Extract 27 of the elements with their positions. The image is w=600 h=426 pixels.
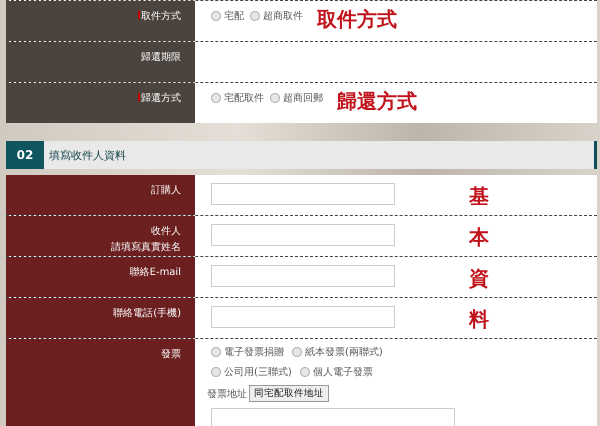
option-label: 電子發票捐贈: [224, 346, 284, 359]
annotation-text: 基: [468, 183, 490, 210]
field-label: 歸還方式: [141, 92, 181, 105]
option-label: 超商取件: [263, 10, 303, 23]
field-label: 收件人: [151, 225, 181, 238]
field-label: 聯絡E-mail: [130, 266, 181, 279]
section-number: 02: [6, 141, 44, 169]
annotation-text: 本: [468, 224, 490, 251]
option-label: 紙本發票(兩聯式): [305, 346, 383, 359]
section-title: 填寫收件人資料: [49, 148, 126, 162]
field-label: 發票: [161, 348, 181, 361]
option-label: 宅配: [224, 10, 244, 23]
annotation-text: 歸還方式: [337, 91, 417, 111]
option-label: 個人電子發票: [312, 366, 373, 379]
annotation-text: 取件方式: [317, 9, 397, 29]
field-label: 發票地址: [207, 388, 247, 400]
field-label: 聯絡電話(手機): [113, 306, 181, 320]
annotation-text: 資: [468, 265, 490, 292]
option-label: 超商回郵: [283, 92, 323, 105]
field-label: 訂購人: [151, 184, 181, 197]
field-hint: 請填寫真實姓名: [111, 240, 181, 254]
field-label: 取件方式: [141, 10, 181, 23]
option-label: 公司用(三聯式): [224, 366, 292, 379]
annotation-text: 料: [468, 306, 490, 333]
copy-address-button[interactable]: 同宅配取件地址: [249, 385, 329, 402]
field-label: 歸還期限: [141, 50, 181, 64]
option-label: 宅配取件: [224, 92, 264, 105]
